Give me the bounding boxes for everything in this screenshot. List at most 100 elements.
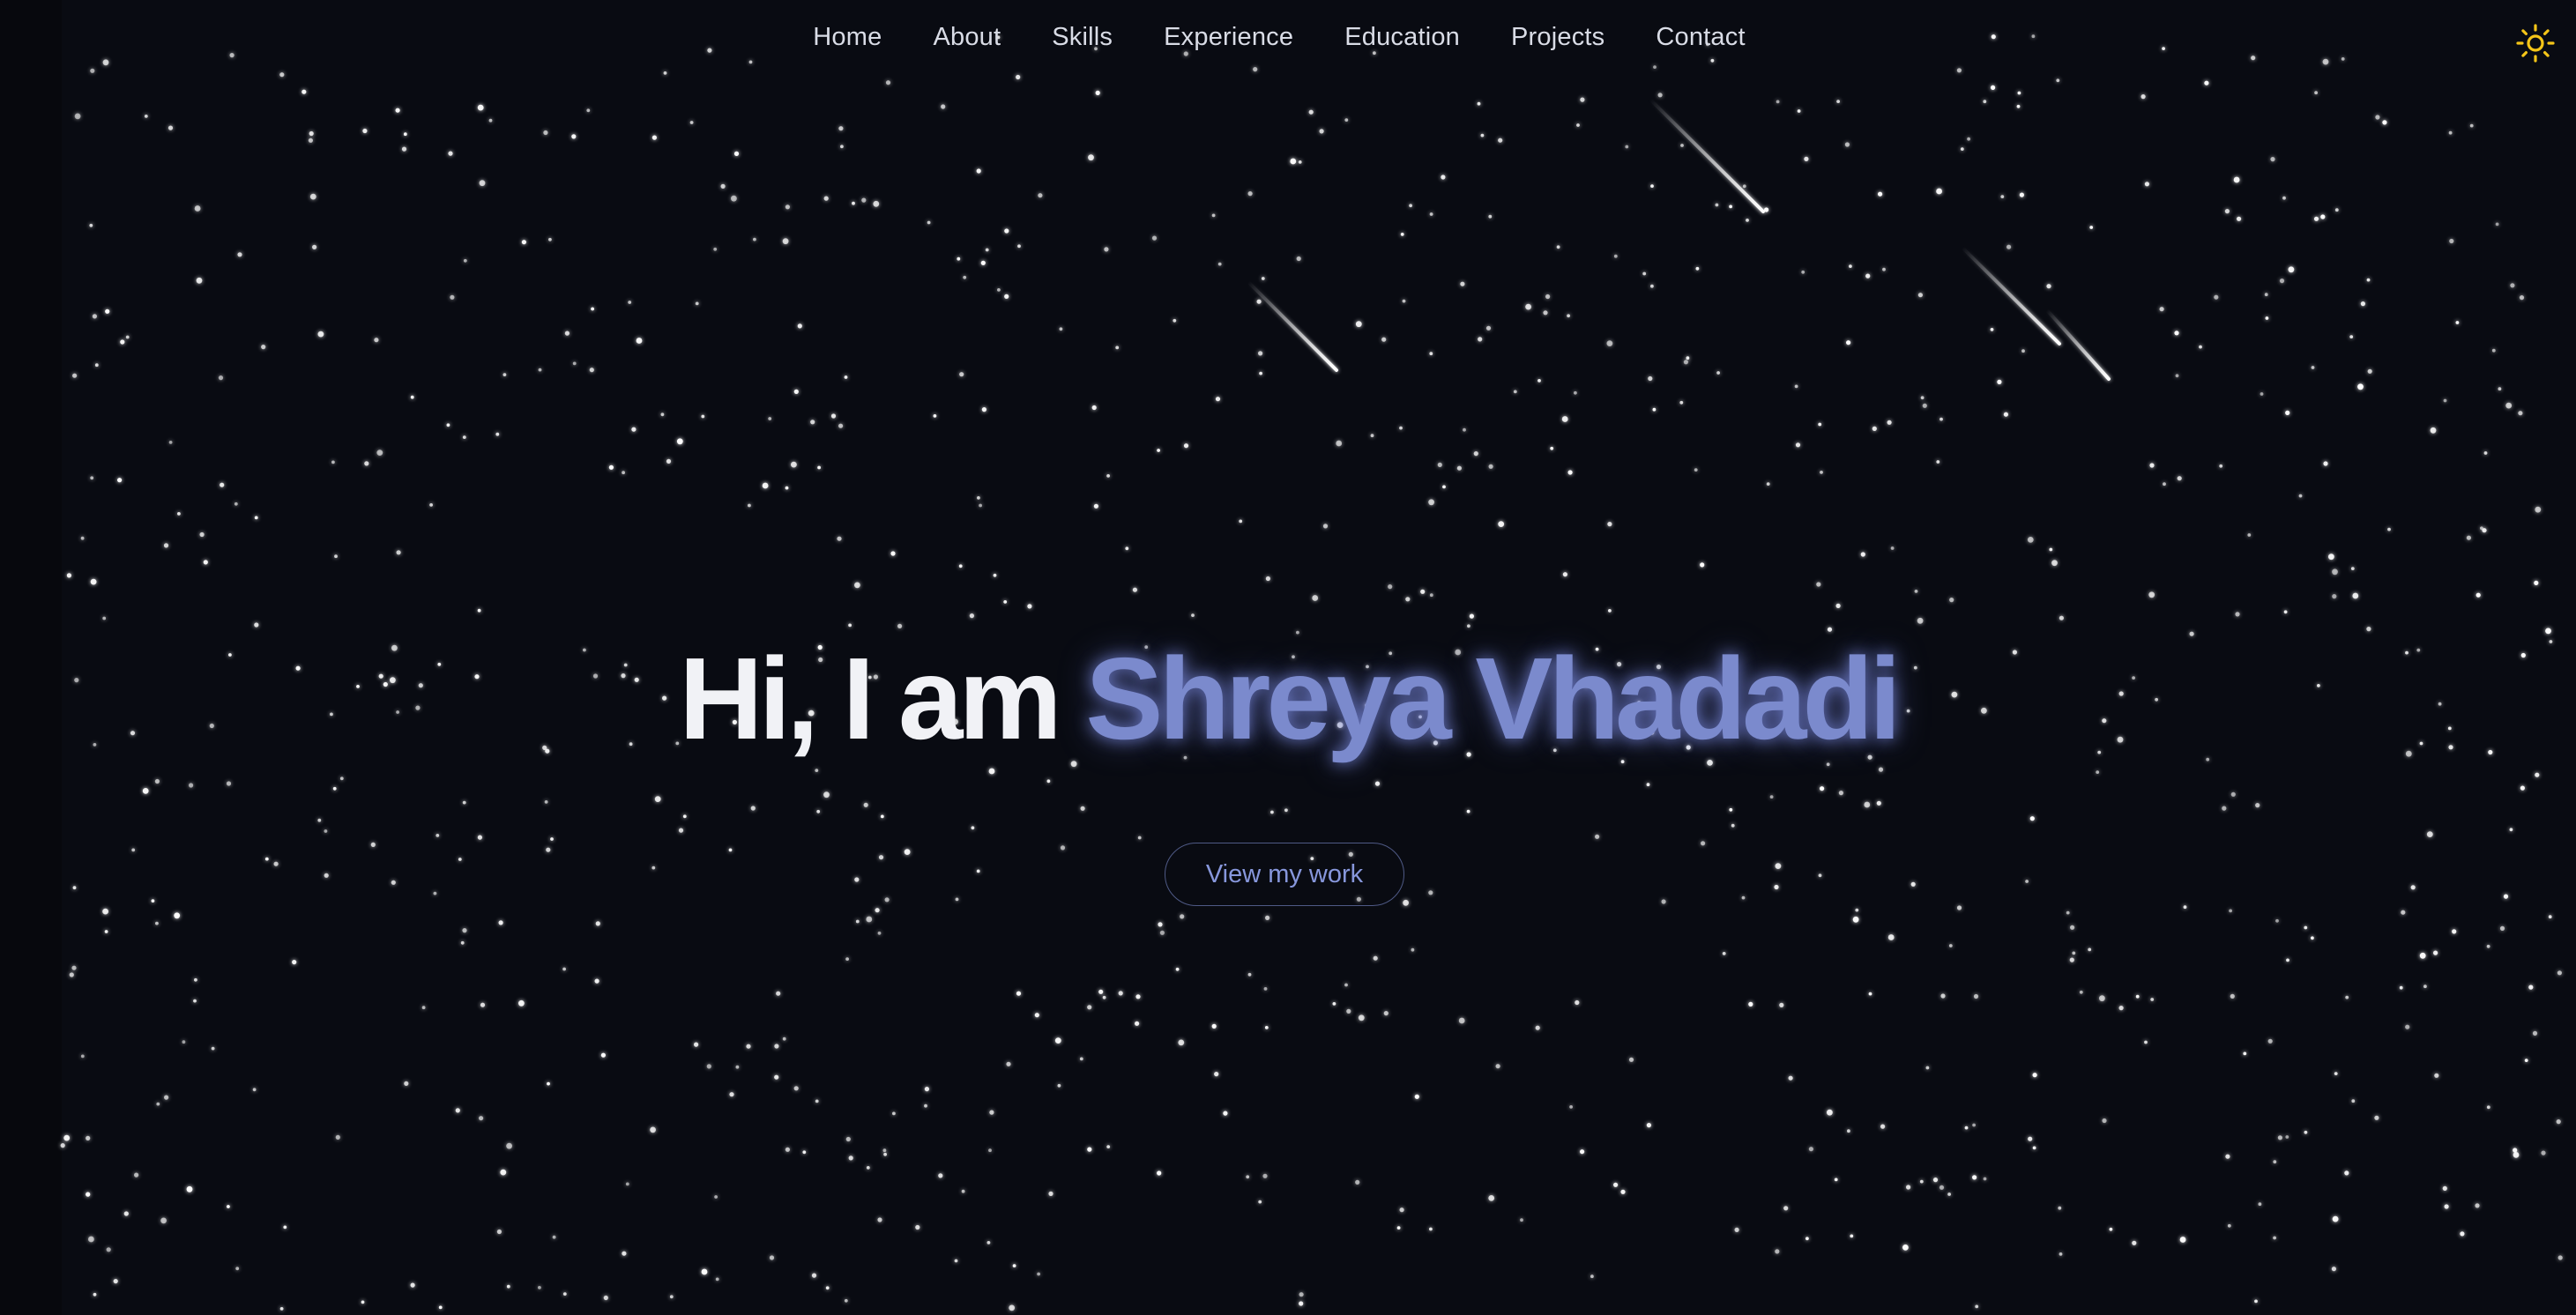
star [1239,519,1243,524]
star [961,1189,965,1193]
star [701,1268,708,1275]
star [125,335,130,339]
sun-icon [2516,24,2555,63]
nav-contact[interactable]: Contact [1656,23,1745,52]
star [1947,1192,1952,1196]
star [154,778,160,784]
star [2313,216,2319,221]
view-my-work-button[interactable]: View my work [1165,843,1404,906]
star [194,977,197,982]
star [877,1217,882,1222]
star [815,769,819,772]
star [622,471,625,475]
star [2444,1204,2449,1209]
star [2109,1227,2113,1231]
star [976,168,981,174]
star [2219,464,2223,468]
star [927,220,931,225]
star [2088,947,2092,952]
star [1009,1304,1016,1311]
star [993,573,997,577]
nav-projects[interactable]: Projects [1511,23,1604,52]
star [1783,1206,1789,1211]
star [1838,791,1843,796]
star [1936,460,1940,464]
star [2419,952,2426,959]
star [2000,195,2005,199]
star [2270,157,2275,162]
star [1769,795,1774,799]
star [2255,803,2260,808]
star [131,848,136,852]
star [1048,1191,1053,1196]
nav-skills[interactable]: Skills [1052,23,1113,52]
star [463,258,467,263]
star [660,412,665,417]
star [1700,562,1705,568]
star [86,1192,91,1197]
star [2017,91,2021,95]
star [1344,118,1349,123]
star [2058,1206,2062,1210]
star [2387,527,2391,531]
star [666,458,672,464]
star [2051,560,2058,567]
star [72,373,78,378]
star [595,921,600,926]
star [2366,627,2371,632]
nav-experience[interactable]: Experience [1164,23,1293,52]
nav-education[interactable]: Education [1344,23,1460,52]
star [2510,283,2515,288]
star [854,877,860,882]
star [235,1267,240,1271]
star [1467,624,1470,628]
nav-about[interactable]: About [933,23,1001,52]
star [1262,1173,1268,1178]
star [2027,537,2034,543]
star [1409,204,1412,208]
star [654,796,661,802]
star [2452,929,2457,934]
star [254,516,258,520]
star [1396,1226,1401,1230]
star [93,1292,97,1296]
star [1948,944,1953,947]
star [66,573,71,578]
star [1716,371,1720,375]
star [374,338,379,343]
star [651,135,658,140]
star [2443,398,2447,403]
star [226,781,232,786]
star [608,464,614,470]
star [1701,841,1706,846]
star [957,256,961,261]
star [1456,465,1462,471]
star [1794,384,1798,389]
star [689,121,694,124]
star [1265,915,1270,920]
star [1095,90,1100,95]
star [106,1247,111,1252]
star [479,1116,484,1121]
nav-home[interactable]: Home [813,23,882,52]
star [69,972,74,977]
star [194,205,201,212]
star [941,104,946,109]
star [1087,1005,1092,1010]
star [866,916,873,923]
theme-toggle-button[interactable] [2514,22,2557,64]
star [1949,598,1954,603]
star [837,536,842,541]
star [1183,443,1189,449]
star [496,1229,503,1235]
star [882,1148,887,1153]
star [2230,993,2235,999]
star [1818,422,1822,427]
star [1098,989,1104,994]
star [1997,379,2002,384]
star [880,814,884,819]
star [1860,552,1865,557]
star [733,151,740,156]
star [1686,356,1690,360]
star [1820,786,1825,791]
